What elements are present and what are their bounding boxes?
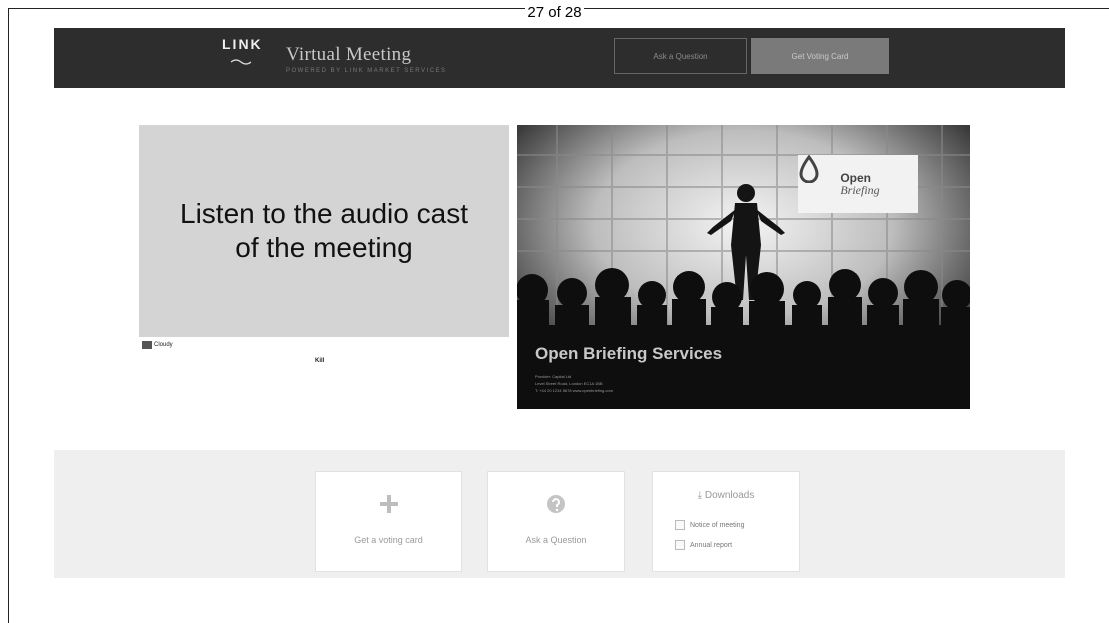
app-subtitle: POWERED BY LINK MARKET SERVICES	[286, 68, 447, 74]
logo-text: LINK	[222, 36, 263, 52]
plus-icon	[316, 494, 461, 519]
presenter-detail-1: Provider: Capital Ltd	[535, 374, 572, 379]
download-item-label: Annual report	[690, 541, 733, 549]
cloudy-label: Cloudy	[154, 342, 173, 348]
logo-open: Open	[840, 170, 871, 185]
downloads-heading: ⤓ Downloads	[653, 490, 799, 501]
ask-question-label: Ask a Question	[525, 535, 587, 545]
audio-cast-line-1: Listen to the audio cast	[180, 198, 468, 229]
voting-card-tile[interactable]: Get a voting card	[315, 471, 462, 572]
presenter-detail-3: T: +44 20 1234 5678 www.openbriefing.com	[535, 388, 613, 393]
download-notice-of-meeting[interactable]: Notice of meeting	[675, 520, 744, 530]
ask-question-button[interactable]: Ask a Question	[614, 38, 747, 74]
downloads-title: Downloads	[704, 490, 755, 501]
presenter-caption: Open Briefing Services	[535, 344, 723, 363]
logo-briefing: Briefing	[840, 182, 880, 197]
cloudy-widget: Cloudy	[142, 341, 173, 349]
voting-card-label: Get a voting card	[354, 535, 423, 545]
audio-label: Kill	[315, 358, 325, 364]
cloudy-icon	[142, 341, 152, 349]
document-icon	[675, 540, 685, 550]
open-briefing-logo: Open Briefing	[798, 155, 918, 213]
app-title: Virtual Meeting	[286, 44, 412, 65]
get-voting-card-button[interactable]: Get Voting Card	[751, 38, 889, 74]
download-icon: ⤓	[697, 490, 705, 501]
download-annual-report[interactable]: Annual report	[675, 540, 732, 550]
header-bar: LINK Virtual Meeting POWERED BY LINK MAR…	[54, 28, 1065, 88]
downloads-tile: ⤓ Downloads Notice of meeting Annual rep…	[652, 471, 800, 572]
download-item-label: Notice of meeting	[690, 521, 745, 529]
wave-icon	[230, 59, 252, 65]
page-counter: 27 of 28	[525, 4, 584, 21]
ask-question-tile[interactable]: Ask a Question	[487, 471, 625, 572]
document-icon	[675, 520, 685, 530]
audio-cast-panel[interactable]: Listen to the audio cast of the meeting	[139, 125, 509, 337]
droplet-icon	[799, 155, 819, 183]
audio-cast-line-2: of the meeting	[235, 232, 413, 263]
presenter-image: Open Briefing Open Briefing Services Pro…	[517, 125, 970, 409]
link-logo: LINK	[222, 36, 272, 76]
question-icon	[488, 494, 624, 519]
presenter-detail-2: Level Street Road, London EC1A 1BB	[535, 381, 603, 386]
